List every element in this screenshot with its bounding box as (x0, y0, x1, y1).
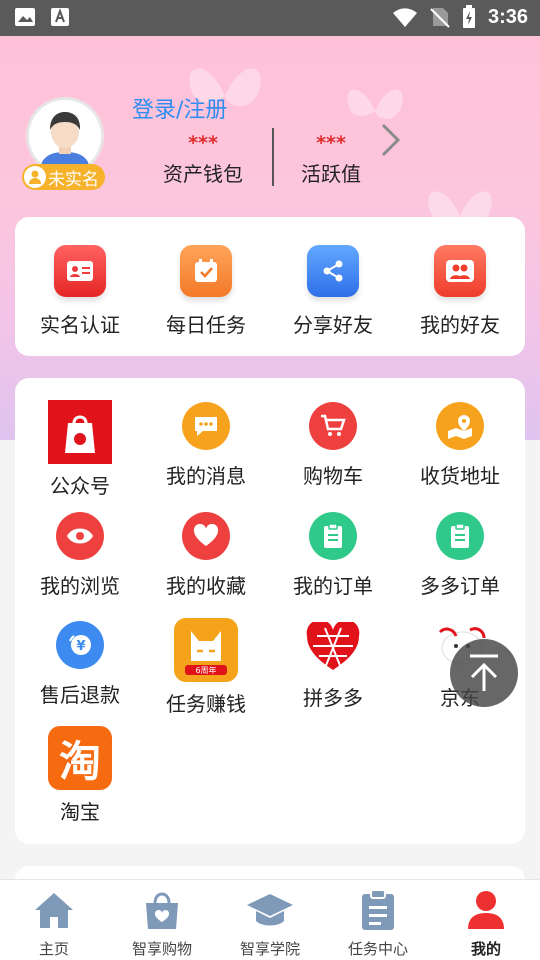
no-sim-icon (430, 8, 450, 28)
unverified-badge: 未实名 (22, 164, 105, 190)
tab-label: 我的 (470, 940, 501, 958)
tab-shopping[interactable]: 智享购物 (108, 888, 216, 959)
tab-me[interactable]: 我的 (432, 888, 540, 959)
arrow-up-icon (470, 654, 498, 691)
calendar-check-icon (180, 245, 232, 297)
grid-item-refund[interactable]: ¥ 售后退款 (16, 621, 144, 708)
pinduoduo-icon (305, 622, 361, 672)
scroll-to-top-button[interactable] (450, 639, 518, 707)
grid-item-label: 售后退款 (40, 683, 120, 707)
shopping-bag-logo-icon (48, 400, 112, 464)
quick-action-label: 实名认证 (40, 313, 120, 337)
home-icon (0, 888, 108, 932)
id-card-icon (54, 245, 106, 297)
clock: 3:36 (487, 5, 528, 28)
grid-item-orders[interactable]: 我的订单 (269, 512, 397, 599)
tab-task-center[interactable]: 任务中心 (324, 888, 432, 959)
badge-label: 未实名 (48, 169, 99, 190)
wifi-icon (392, 8, 417, 27)
svg-text:¥: ¥ (76, 639, 85, 654)
battery-charging-icon (462, 5, 475, 28)
quick-action-label: 每日任务 (166, 313, 246, 337)
quick-action-verify[interactable]: 实名认证 (16, 245, 144, 338)
tab-label: 主页 (38, 940, 69, 958)
grid-item-label: 多多订单 (420, 574, 500, 598)
services-grid-card: 公众号 我的消息 购物车 收货地址 我的浏览 我的收藏 我的订单 多多订单 ¥ … (15, 378, 525, 844)
wallet-label: 资产钱包 (163, 162, 243, 186)
grid-item-task-earn[interactable]: 6周年 任务赚钱 (142, 618, 270, 717)
person-icon (24, 166, 46, 188)
grid-item-history[interactable]: 我的浏览 (16, 512, 144, 599)
taobao-icon: 淘 (48, 726, 112, 790)
grid-item-address[interactable]: 收货地址 (396, 402, 524, 489)
cat-app-icon: 6周年 (174, 618, 238, 682)
tab-label: 任务中心 (347, 940, 408, 958)
login-register-link[interactable]: 登录/注册 (132, 92, 227, 124)
grid-item-official-account[interactable]: 公众号 (16, 400, 144, 499)
friends-icon (434, 245, 486, 297)
cart-icon (309, 402, 357, 450)
grid-item-taobao[interactable]: 淘 淘宝 (16, 726, 144, 825)
message-icon (182, 402, 230, 450)
user-icon (432, 888, 540, 932)
grid-item-cart[interactable]: 购物车 (269, 402, 397, 489)
grid-item-duoduo-orders[interactable]: 多多订单 (396, 512, 524, 599)
shopping-bag-icon (108, 888, 216, 932)
grid-item-label: 我的浏览 (40, 574, 120, 598)
user-avatar-icon (29, 100, 101, 172)
heart-icon (182, 512, 230, 560)
activity-value: *** (316, 132, 346, 154)
grid-item-label: 购物车 (303, 464, 363, 488)
refund-icon: ¥ (56, 621, 104, 669)
grid-item-favorites[interactable]: 我的收藏 (142, 512, 270, 599)
grid-item-label: 任务赚钱 (166, 692, 246, 716)
grid-item-label: 拼多多 (303, 686, 363, 710)
grid-item-pinduoduo[interactable]: 拼多多 (269, 622, 397, 711)
tab-label: 智享购物 (131, 940, 192, 958)
quick-action-share[interactable]: 分享好友 (269, 245, 397, 338)
grid-item-messages[interactable]: 我的消息 (142, 402, 270, 489)
quick-action-friends[interactable]: 我的好友 (396, 245, 524, 338)
grid-item-label: 我的订单 (293, 574, 373, 598)
tab-label: 智享学院 (239, 940, 300, 958)
quick-action-label: 我的好友 (420, 313, 500, 337)
grid-item-label: 淘宝 (60, 800, 100, 824)
wallet-stat[interactable]: *** 资产钱包 (148, 132, 258, 187)
graduation-cap-icon (216, 888, 324, 932)
wallet-value: *** (188, 132, 218, 154)
activity-stat[interactable]: *** 活跃值 (276, 132, 386, 187)
clipboard-icon (309, 512, 357, 560)
activity-label: 活跃值 (301, 162, 361, 186)
bottom-tab-bar: 主页 智享购物 智享学院 任务中心 我的 (0, 879, 540, 960)
grid-item-label: 我的收藏 (166, 574, 246, 598)
share-icon (307, 245, 359, 297)
tab-home[interactable]: 主页 (0, 888, 108, 959)
grid-item-label: 我的消息 (166, 464, 246, 488)
chevron-right-icon[interactable] (378, 122, 404, 158)
tab-academy[interactable]: 智享学院 (216, 888, 324, 959)
status-bar: 3:36 (0, 0, 540, 36)
anniversary-text: 6周年 (195, 665, 216, 675)
eye-icon (56, 512, 104, 560)
quick-action-daily-task[interactable]: 每日任务 (142, 245, 270, 338)
stat-divider (272, 128, 274, 186)
taobao-logo-text: 淘 (58, 736, 101, 786)
font-icon (51, 8, 69, 26)
location-icon (436, 402, 484, 450)
quick-action-label: 分享好友 (293, 313, 373, 337)
clipboard-icon (324, 888, 432, 932)
clipboard-icon (436, 512, 484, 560)
grid-item-label: 收货地址 (420, 464, 500, 488)
grid-item-label: 公众号 (50, 474, 110, 498)
image-icon (15, 8, 35, 26)
quick-actions-card: 实名认证 每日任务 分享好友 我的好友 (15, 217, 525, 356)
